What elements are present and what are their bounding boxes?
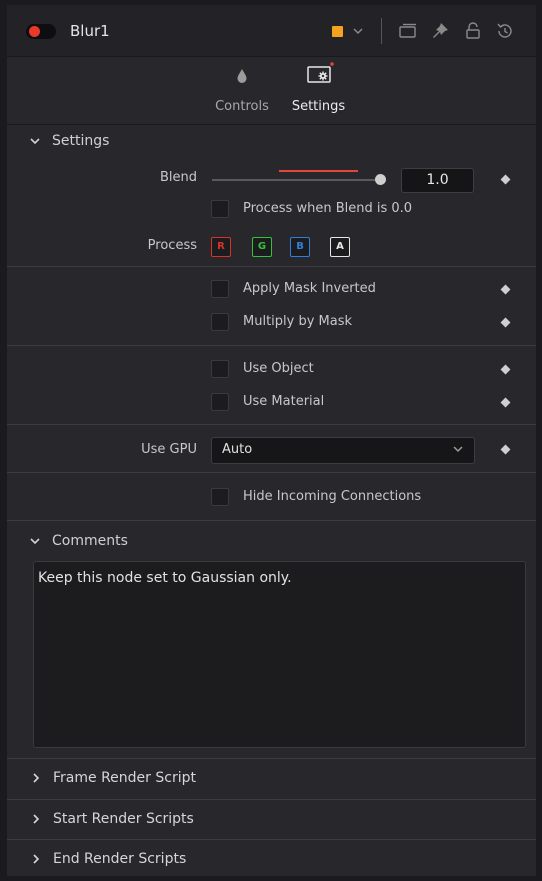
channel-red-button[interactable]: R [211,237,231,257]
node-name: Blur1 [70,22,110,40]
multiply-by-mask-label: Multiply by Mask [243,314,353,329]
blend-value-input[interactable]: 1.0 [401,168,474,193]
tab-controls-label: Controls [215,99,269,114]
node-color-swatch[interactable] [332,26,343,37]
blend-slider-handle[interactable] [375,174,386,185]
use-object-label: Use Object [243,361,314,376]
comments-section-header[interactable]: Comments [7,525,536,559]
keyframe-diamond-icon[interactable] [500,174,511,185]
settings-section-header[interactable]: Settings [7,125,536,159]
active-tab-indicator [279,170,358,172]
keyframe-diamond-icon[interactable] [500,284,511,295]
frame-render-script-label: Frame Render Script [53,770,196,786]
start-render-scripts-section[interactable]: Start Render Scripts [7,800,536,840]
end-render-scripts-label: End Render Scripts [53,851,187,867]
pin-icon[interactable] [430,21,450,41]
process-label: Process [147,238,197,253]
chevron-right-icon [33,773,40,783]
divider [7,345,536,346]
lock-icon[interactable] [463,21,483,41]
frame-render-script-section[interactable]: Frame Render Script [7,759,536,799]
blend-label: Blend [159,170,197,185]
tab-controls[interactable]: Controls [207,57,277,124]
channel-green-button[interactable]: G [252,237,272,257]
apply-mask-inverted-label: Apply Mask Inverted [243,281,376,296]
keyframe-diamond-icon[interactable] [500,444,511,455]
inspector-tabs: Controls Settings [7,57,536,172]
blend-slider[interactable] [212,179,384,181]
apply-mask-inverted-checkbox[interactable] [211,280,229,298]
channel-blue-button[interactable]: B [290,237,310,257]
divider [7,472,536,473]
keyframe-diamond-icon[interactable] [500,364,511,375]
settings-section-title: Settings [52,133,110,149]
process-when-blend-zero-label: Process when Blend is 0.0 [243,201,413,216]
node-enable-toggle[interactable] [26,24,56,39]
drop-icon [237,69,247,83]
settings-icon [306,62,334,83]
start-render-scripts-label: Start Render Scripts [53,811,194,827]
toggle-knob [29,26,40,37]
node-header: Blur1 [7,5,536,57]
chevron-down-icon [30,138,40,145]
use-gpu-dropdown[interactable]: Auto [211,437,475,464]
channel-alpha-button[interactable]: A [330,237,350,257]
multiply-by-mask-checkbox[interactable] [211,313,229,331]
comments-textarea[interactable]: Keep this node set to Gaussian only. [33,561,526,748]
divider [7,424,536,425]
chevron-down-icon [453,446,463,453]
use-gpu-value: Auto [222,442,253,457]
use-material-checkbox[interactable] [211,393,229,411]
inspector-panel: Blur1 Controls Settings Settings Blend 1… [7,5,536,876]
divider [7,520,536,521]
comments-text: Keep this node set to Gaussian only. [38,570,292,586]
hide-incoming-connections-checkbox[interactable] [211,488,229,506]
hide-incoming-connections-label: Hide Incoming Connections [243,489,422,504]
keyframe-diamond-icon[interactable] [500,397,511,408]
chevron-down-icon [30,538,40,545]
end-render-scripts-section[interactable]: End Render Scripts [7,840,536,876]
keyframe-diamond-icon[interactable] [500,317,511,328]
divider [7,266,536,267]
use-material-label: Use Material [243,394,325,409]
chevron-down-icon[interactable] [352,21,364,41]
header-separator [381,18,382,44]
process-when-blend-zero-checkbox[interactable] [211,200,229,218]
use-gpu-label: Use GPU [141,442,197,457]
use-object-checkbox[interactable] [211,360,229,378]
tab-settings[interactable]: Settings [279,57,358,124]
chevron-right-icon [33,854,40,864]
tab-settings-label: Settings [291,99,346,114]
reset-icon[interactable] [494,21,516,41]
version-icon[interactable] [397,21,419,41]
comments-section-title: Comments [52,533,128,549]
chevron-right-icon [33,814,40,824]
